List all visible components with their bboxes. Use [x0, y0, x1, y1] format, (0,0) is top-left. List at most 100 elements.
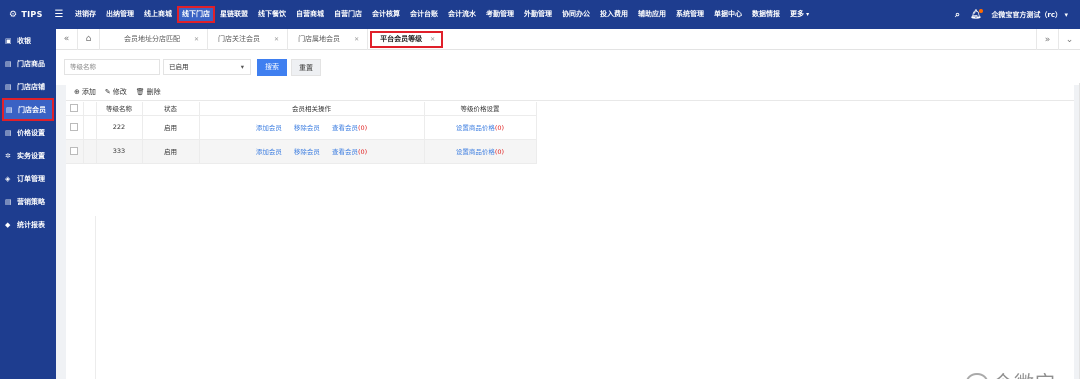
nav-item[interactable]: 会计流水 — [443, 6, 481, 23]
tab-platform-member-levels[interactable]: 平台会员等级 ✕ — [370, 30, 444, 48]
nav-item[interactable]: 单据中心 — [709, 6, 747, 23]
nav-item[interactable]: 出纳管理 — [101, 6, 139, 23]
table-header-row: 等级名称 状态 会员相关操作 等级价格设置 — [66, 102, 537, 116]
app-logo[interactable]: ⚙ TIPS — [0, 10, 48, 20]
close-icon[interactable]: ✕ — [430, 36, 435, 43]
nav-item[interactable]: 系统管理 — [671, 6, 709, 23]
watermark: 企微宝 — [966, 367, 1056, 379]
price-count: (0) — [494, 124, 505, 132]
close-icon[interactable]: ✕ — [194, 36, 199, 43]
sidebar-item-store-members[interactable]: ▤ 门店会员 — [2, 98, 54, 121]
sidebar-item-reports[interactable]: ◆ 统计报表 — [0, 213, 56, 236]
tabs-scroll-right-icon[interactable]: » — [1036, 29, 1058, 50]
nav-item[interactable]: 数据情报 — [747, 6, 785, 23]
close-icon[interactable]: ✕ — [354, 36, 359, 43]
watermark-text: 企微宝 — [993, 367, 1056, 379]
sidebar-item-orders[interactable]: ◈ 订单管理 — [0, 167, 56, 190]
company-switcher[interactable]: 企微宝官方测试（rc） ▾ — [991, 10, 1068, 20]
tab-bar-right-controls: » ⌄ — [1036, 29, 1080, 50]
nav-item[interactable]: 进销存 — [70, 6, 101, 23]
tabs-scroll-left-icon[interactable]: « — [56, 28, 78, 50]
level-name-cell: 222 — [96, 115, 143, 140]
notification-dot — [979, 8, 984, 13]
sidebar-item-label: 门店店铺 — [17, 82, 45, 91]
add-button[interactable]: ⊕ 添加 — [74, 87, 96, 97]
sidebar: ▣ 收银 ▤ 门店商品 ▤ 门店店铺 ▤ 门店会员 ▤ 价格设置 ✲ 实务设置 ◈ 订单管理 … — [0, 29, 56, 379]
delete-button[interactable]: 🗑︎ 删除 — [136, 87, 161, 97]
level-name-search-input[interactable]: 等级名称 — [64, 59, 160, 75]
tab-store-local-members[interactable]: 门店属地会员 ✕ — [288, 28, 369, 50]
nav-more-dropdown[interactable]: 更多 — [785, 6, 814, 23]
nav-item[interactable]: 线下餐饮 — [253, 6, 291, 23]
wechat-logo-icon — [966, 372, 988, 379]
row-checkbox[interactable] — [70, 123, 79, 131]
price-icon: ▤ — [5, 128, 12, 137]
nav-item[interactable]: 自营门店 — [329, 6, 367, 23]
view-member-link[interactable]: 查看会员(0) — [332, 124, 367, 132]
close-icon[interactable]: ✕ — [274, 36, 279, 43]
nav-item[interactable]: 自营商城 — [291, 6, 329, 23]
remove-member-link[interactable]: 移除会员 — [294, 124, 320, 132]
price-cell: 设置商品价格(0) — [424, 139, 537, 164]
reset-button[interactable]: 重置 — [291, 59, 321, 76]
row-checkbox[interactable] — [70, 147, 79, 155]
sidebar-item-label: 订单管理 — [17, 174, 45, 183]
remove-member-link[interactable]: 移除会员 — [294, 148, 320, 156]
menu-toggle-icon[interactable]: ☰ — [48, 9, 70, 20]
nav-item[interactable]: 协同办公 — [557, 6, 595, 23]
nav-item[interactable]: 会计台账 — [405, 6, 443, 23]
sidebar-item-cashier[interactable]: ▣ 收银 — [0, 29, 56, 52]
table-row[interactable]: 333 启用 添加会员 移除会员 查看会员(0) 设置商品价格(0) — [66, 139, 537, 164]
set-price-link[interactable]: 设置商品价格(0) — [456, 124, 504, 132]
status-select[interactable]: 已启用 — [163, 59, 251, 75]
edit-button[interactable]: ✎ 修改 — [105, 87, 127, 97]
view-member-label: 查看会员 — [331, 148, 358, 156]
home-icon[interactable]: ⌂ — [78, 28, 100, 50]
delete-label: 删除 — [146, 87, 161, 96]
select-all-cell — [66, 102, 84, 116]
nav-item[interactable]: 线上商城 — [139, 6, 177, 23]
notification-bell-icon[interactable]: 🔔︎ — [970, 8, 984, 20]
member-level-table: 等级名称 状态 会员相关操作 等级价格设置 222 启用 添加会员 移除会员 查… — [66, 102, 537, 164]
grid-panel: ⊕ 添加 ✎ 修改 🗑︎ 删除 等级名称 状态 会员相关操作 等级价格设置 22… — [66, 83, 1074, 379]
nav-item[interactable]: 考勤管理 — [481, 6, 519, 23]
sidebar-item-price-settings[interactable]: ▤ 价格设置 — [0, 121, 56, 144]
sidebar-item-store-shops[interactable]: ▤ 门店店铺 — [0, 75, 56, 98]
select-all-checkbox[interactable] — [70, 104, 79, 113]
add-member-link[interactable]: 添加会员 — [256, 148, 282, 156]
nav-item[interactable]: 外勤管理 — [519, 6, 557, 23]
logo-text: TIPS — [21, 10, 43, 19]
table-row[interactable]: 222 启用 添加会员 移除会员 查看会员(0) 设置商品价格(0) — [66, 115, 537, 140]
plus-circle-icon: ⊕ — [74, 87, 80, 96]
member-count: (0) — [357, 148, 368, 156]
trash-icon: 🗑︎ — [135, 87, 145, 96]
level-name-header: 等级名称 — [96, 102, 143, 116]
tab-store-follow-members[interactable]: 门店关注会员 ✕ — [208, 28, 289, 50]
sidebar-item-practice-settings[interactable]: ✲ 实务设置 — [0, 144, 56, 167]
sidebar-item-marketing[interactable]: ▤ 营销策略 — [0, 190, 56, 213]
marketing-icon: ▤ — [5, 197, 12, 206]
index-header — [83, 102, 97, 116]
main-nav-menu: 进销存 出纳管理 线上商城 线下门店 星链联盟 线下餐饮 自营商城 自营门店 会… — [70, 0, 814, 29]
top-right-tools: ⌕ 🔔︎ 企微宝官方测试（rc） ▾ — [955, 0, 1068, 29]
price-count: (0) — [494, 148, 505, 156]
nav-item[interactable]: 会计核算 — [367, 6, 405, 23]
price-cell: 设置商品价格(0) — [424, 115, 537, 140]
tabs-menu-chevron-down-icon[interactable]: ⌄ — [1058, 29, 1080, 50]
member-count: (0) — [357, 124, 368, 132]
add-member-link[interactable]: 添加会员 — [256, 124, 282, 132]
search-button[interactable]: 搜索 — [257, 59, 287, 76]
nav-item[interactable]: 辅助应用 — [633, 6, 671, 23]
search-icon[interactable]: ⌕ — [955, 10, 960, 20]
row-select-cell — [66, 115, 84, 140]
shop-icon: ▤ — [5, 82, 12, 91]
sidebar-item-store-products[interactable]: ▤ 门店商品 — [0, 52, 56, 75]
nav-item-active[interactable]: 线下门店 — [177, 6, 215, 23]
view-member-link[interactable]: 查看会员(0) — [332, 148, 367, 156]
nav-item[interactable]: 星链联盟 — [215, 6, 253, 23]
edit-label: 修改 — [112, 87, 127, 96]
nav-item[interactable]: 投入费用 — [595, 6, 633, 23]
tab-member-address-match[interactable]: 会员地址分店匹配 ✕ — [100, 28, 209, 50]
set-price-link[interactable]: 设置商品价格(0) — [456, 148, 504, 156]
settings-icon: ✲ — [5, 151, 11, 160]
